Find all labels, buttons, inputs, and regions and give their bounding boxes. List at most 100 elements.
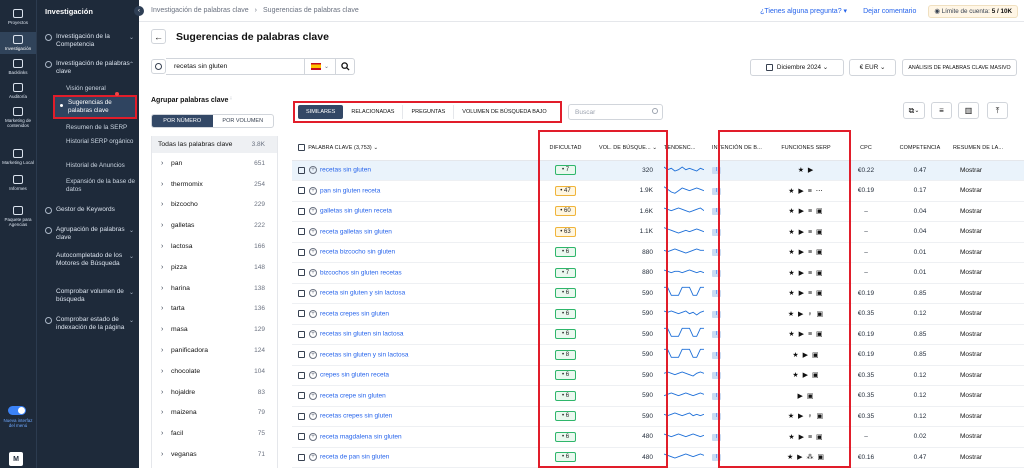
- row-checkbox[interactable]: [298, 289, 305, 297]
- group-item[interactable]: › tarta 136: [152, 299, 277, 320]
- nav-item-indexacion[interactable]: Comprobar estado de indexación de la pág…: [37, 316, 140, 332]
- show-serp-link[interactable]: Mostrar: [950, 303, 1024, 325]
- add-icon[interactable]: +: [309, 207, 317, 216]
- show-serp-link[interactable]: Mostrar: [950, 385, 1024, 407]
- keyword-link[interactable]: receta de pan sin gluten: [320, 454, 389, 461]
- nav-item-autocompletado[interactable]: Autocompletado de los Motores de Búsqued…: [37, 252, 140, 268]
- show-serp-link[interactable]: Mostrar: [950, 426, 1024, 448]
- filter-button[interactable]: ≡: [931, 102, 952, 119]
- row-checkbox[interactable]: [298, 371, 305, 379]
- keyword-link[interactable]: crepes sin gluten receta: [320, 372, 389, 379]
- add-icon[interactable]: +: [309, 268, 317, 277]
- bulk-analysis-button[interactable]: ANÁLISIS DE PALABRAS CLAVE MASIVO: [902, 59, 1017, 76]
- by-number-tab[interactable]: POR NÚMERO: [152, 115, 213, 127]
- keyword-link[interactable]: receta galletas sin gluten: [320, 228, 392, 235]
- rail-item-home[interactable]: Proyectos: [0, 6, 36, 28]
- show-serp-link[interactable]: Mostrar: [950, 283, 1024, 304]
- nav-sub-resumen-serp[interactable]: Resumen de la SERP: [66, 124, 138, 132]
- keyword-link[interactable]: recetas sin gluten: [320, 167, 371, 174]
- show-serp-link[interactable]: Mostrar: [950, 324, 1024, 345]
- row-checkbox[interactable]: [298, 187, 305, 195]
- show-serp-link[interactable]: Mostrar: [950, 344, 1024, 366]
- tab-relacionadas[interactable]: RELACIONADAS: [343, 105, 404, 119]
- add-icon[interactable]: +: [309, 186, 317, 195]
- tab-similares[interactable]: SIMILARES: [298, 105, 344, 119]
- add-icon[interactable]: +: [309, 166, 317, 175]
- nav-sub-historial-anuncios[interactable]: Historial de Anuncios: [66, 162, 138, 170]
- keyword-link[interactable]: recetas crepes sin gluten: [320, 413, 392, 420]
- show-serp-link[interactable]: Mostrar: [950, 406, 1024, 427]
- rail-item-link[interactable]: Backlinks: [0, 56, 36, 78]
- columns-button[interactable]: ▥: [958, 102, 979, 119]
- nav-sub-vision-general[interactable]: Visión general: [66, 85, 138, 93]
- add-icon[interactable]: +: [309, 309, 317, 318]
- rail-item-audit[interactable]: Auditoría: [0, 80, 36, 102]
- nav-sub-sugerencias[interactable]: Sugerencias de palabras clave: [53, 95, 137, 119]
- add-icon[interactable]: +: [309, 248, 317, 257]
- show-serp-link[interactable]: Mostrar: [950, 365, 1024, 386]
- add-icon[interactable]: +: [309, 371, 317, 380]
- keyword-link[interactable]: galletas sin gluten receta: [320, 208, 392, 215]
- nav-item-agrupacion[interactable]: Agrupación de palabras clave ⌄: [37, 226, 140, 242]
- rail-item-report[interactable]: Informes: [0, 172, 36, 194]
- add-icon[interactable]: +: [309, 391, 317, 400]
- add-icon[interactable]: +: [309, 330, 317, 339]
- row-checkbox[interactable]: [298, 248, 305, 256]
- keyword-link[interactable]: receta bizcocho sin gluten: [320, 249, 395, 256]
- show-serp-link[interactable]: Mostrar: [950, 201, 1024, 222]
- nav-sub-historial-serp[interactable]: Historial SERP orgánico: [66, 138, 138, 146]
- group-item[interactable]: › thermomix 254: [152, 174, 277, 195]
- group-item[interactable]: › masa 129: [152, 319, 277, 340]
- group-item[interactable]: › panificadora 124: [152, 340, 277, 361]
- target-icon[interactable]: [151, 59, 166, 74]
- col-serp-summary[interactable]: RESUMEN DE LA...: [950, 136, 1024, 161]
- country-select[interactable]: ⌄: [305, 58, 336, 75]
- keyword-link[interactable]: pan sin gluten receta: [320, 187, 380, 194]
- add-icon[interactable]: +: [309, 227, 317, 236]
- table-search-input[interactable]: Buscar: [568, 104, 663, 120]
- group-item[interactable]: › chocolate 104: [152, 361, 277, 382]
- nav-item-competencia[interactable]: Investigación de la Competencia ⌄: [37, 33, 140, 49]
- nav-sub-expansion[interactable]: Expansión de la base de datos: [66, 178, 138, 194]
- keyword-link[interactable]: receta magdalena sin gluten: [320, 433, 402, 440]
- col-competition[interactable]: COMPETENCIA: [890, 136, 950, 161]
- rail-item-package[interactable]: Paquete para Agencias: [0, 203, 36, 230]
- col-keyword[interactable]: PALABRA CLAVE (3,753) ⌄: [292, 136, 535, 161]
- by-volume-tab[interactable]: POR VOLUMEN: [213, 115, 274, 127]
- show-serp-link[interactable]: Mostrar: [950, 160, 1024, 181]
- add-icon[interactable]: +: [309, 350, 317, 359]
- nav-item-volumen[interactable]: Comprobar volumen de búsqueda ⌄: [37, 288, 140, 304]
- row-checkbox[interactable]: [298, 310, 305, 318]
- show-serp-link[interactable]: Mostrar: [950, 262, 1024, 284]
- copy-dropdown-button[interactable]: ⧉ ⌄: [903, 102, 925, 119]
- breadcrumb-parent[interactable]: Investigación de palabras clave: [151, 7, 249, 14]
- group-item[interactable]: › facil 75: [152, 423, 277, 444]
- rail-item-pin[interactable]: Marketing Local: [0, 146, 36, 168]
- row-checkbox[interactable]: [298, 433, 305, 441]
- group-item[interactable]: › harina 138: [152, 278, 277, 299]
- group-item[interactable]: › pizza 148: [152, 257, 277, 278]
- add-icon[interactable]: +: [309, 453, 317, 462]
- row-checkbox[interactable]: [298, 453, 305, 461]
- back-arrow-icon[interactable]: ←: [151, 29, 166, 44]
- keyword-link[interactable]: receta crepe sin gluten: [320, 392, 386, 399]
- keyword-link[interactable]: receta crepes sin gluten: [320, 310, 389, 317]
- row-checkbox[interactable]: [298, 207, 305, 215]
- group-item[interactable]: › veganas 71: [152, 444, 277, 465]
- nav-item-gestor[interactable]: Gestor de Keywords: [37, 206, 140, 214]
- group-item[interactable]: › galletas 222: [152, 215, 277, 236]
- keyword-link[interactable]: recetas sin gluten y sin lactosa: [320, 351, 409, 358]
- row-checkbox[interactable]: [298, 412, 305, 420]
- add-icon[interactable]: +: [309, 289, 317, 298]
- export-button[interactable]: ⤒: [987, 102, 1008, 119]
- group-all[interactable]: Todas las palabras clave 3.8K: [152, 136, 277, 153]
- currency-select[interactable]: € EUR ⌄: [849, 59, 896, 76]
- group-item[interactable]: › maizena 79: [152, 403, 277, 424]
- group-item[interactable]: › hojaldre 83: [152, 382, 277, 403]
- show-serp-link[interactable]: Mostrar: [950, 221, 1024, 243]
- add-icon[interactable]: +: [309, 432, 317, 441]
- new-ui-toggle[interactable]: [8, 406, 26, 415]
- show-serp-link[interactable]: Mostrar: [950, 180, 1024, 202]
- tab-volumen-bajo[interactable]: VOLUMEN DE BÚSQUEDA BAJO: [454, 105, 554, 119]
- group-item[interactable]: › lactosa 166: [152, 236, 277, 257]
